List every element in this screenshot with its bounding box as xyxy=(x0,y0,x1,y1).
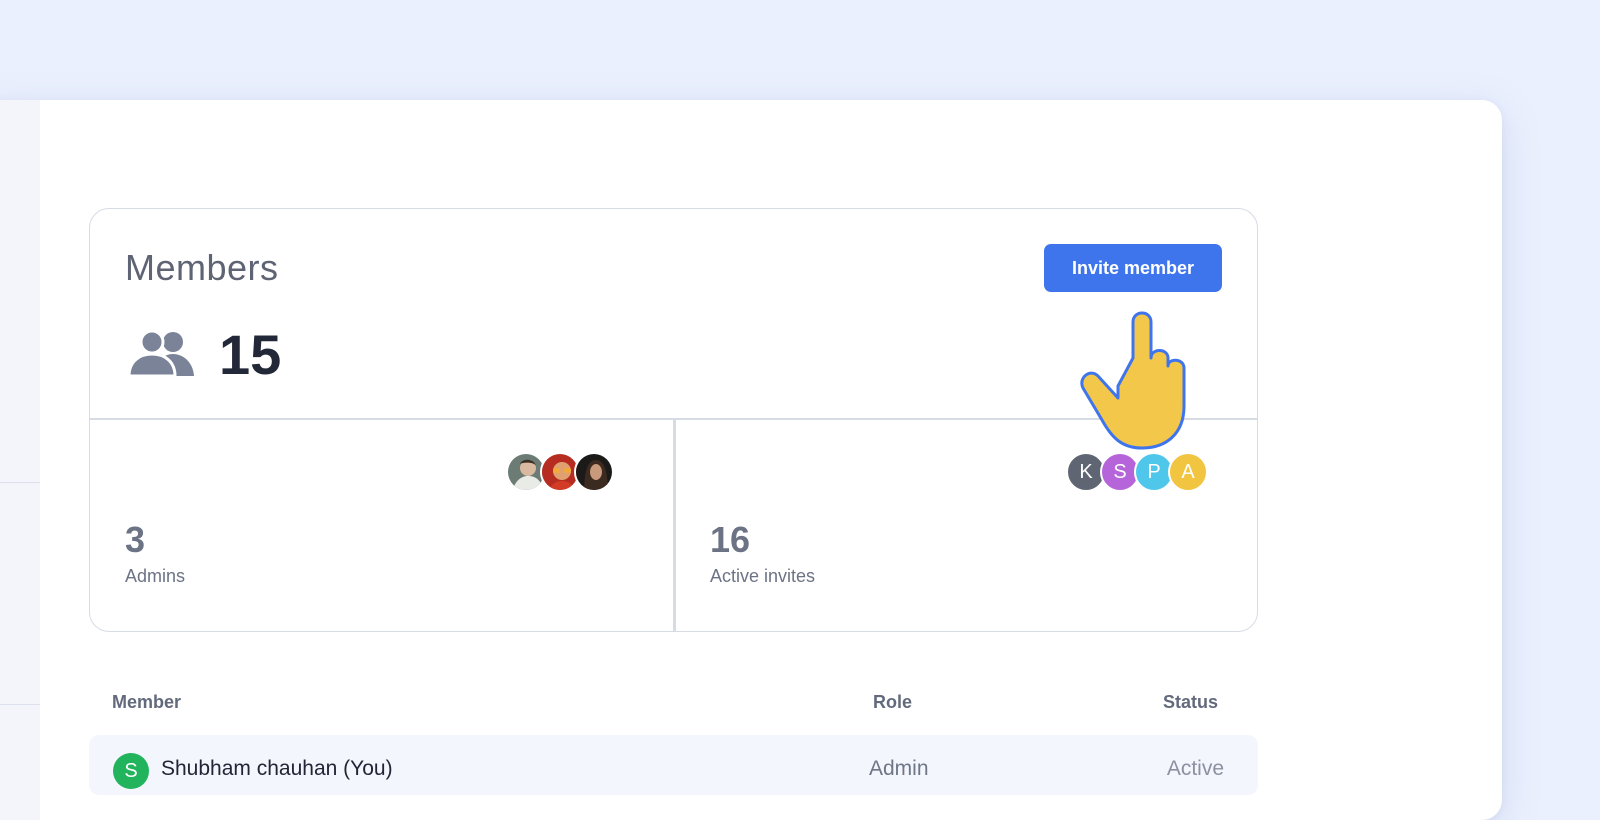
active-invites-label: Active invites xyxy=(710,566,816,586)
sidebar-divider xyxy=(0,704,40,705)
sidebar-divider xyxy=(0,482,40,483)
table-header-status: Status xyxy=(1163,692,1219,712)
table-row[interactable]: S Shubham chauhan (You) Admin Active xyxy=(89,735,1258,795)
invite-member-button[interactable]: Invite member xyxy=(1044,244,1222,292)
users-icon xyxy=(127,328,197,383)
avatar: S xyxy=(113,753,149,789)
member-status: Active xyxy=(1166,757,1224,780)
table-header-role: Role xyxy=(873,692,913,712)
invite-avatar: A xyxy=(1168,452,1208,492)
admins-count: 3 xyxy=(125,519,146,560)
card-title: Members xyxy=(125,247,279,288)
invite-avatar-group: KSPA xyxy=(1066,452,1208,492)
sidebar xyxy=(0,100,40,820)
member-count-row: 15 xyxy=(127,327,281,383)
member-count: 15 xyxy=(219,323,282,386)
admin-avatar xyxy=(574,452,614,492)
member-name: Shubham chauhan (You) xyxy=(161,757,393,780)
table-header-member: Member xyxy=(112,692,182,712)
card-column-divider xyxy=(673,419,676,631)
member-role: Admin xyxy=(869,757,929,780)
active-invites-count: 16 xyxy=(710,519,751,560)
admins-label: Admins xyxy=(125,566,186,586)
pointer-hand-icon xyxy=(1080,311,1186,450)
admin-avatar-group xyxy=(506,452,614,492)
